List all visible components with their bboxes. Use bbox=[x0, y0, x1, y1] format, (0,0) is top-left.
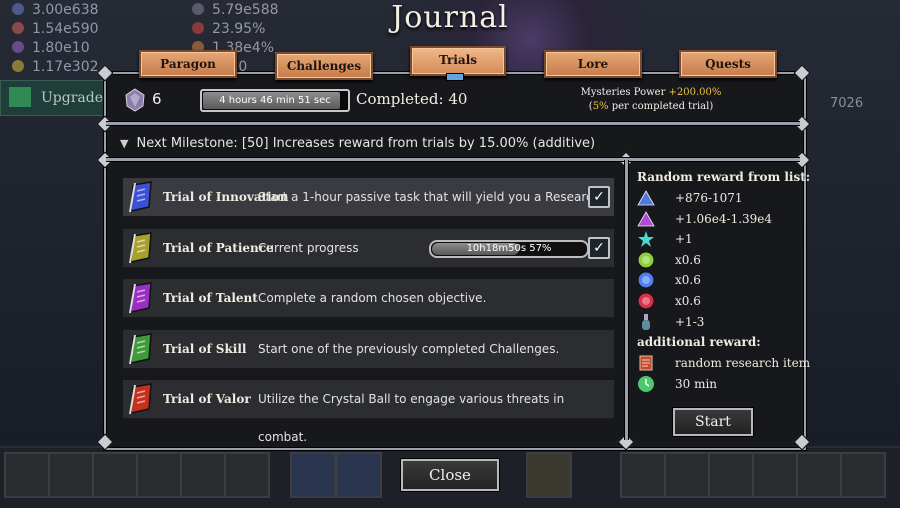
green-orb-icon bbox=[637, 251, 655, 269]
toolbar-slot[interactable] bbox=[336, 452, 382, 498]
tab-trials[interactable]: Trials bbox=[410, 46, 506, 76]
divider bbox=[106, 157, 800, 162]
trial-row-talent[interactable]: Trial of Talent Complete a random chosen … bbox=[123, 279, 614, 318]
reward-text: +876-1071 bbox=[675, 191, 743, 205]
toolbar-slot[interactable] bbox=[48, 452, 94, 498]
start-button[interactable]: Start bbox=[673, 408, 753, 436]
trial-name: Trial of Talent bbox=[163, 291, 258, 305]
trial-timer-bar: 4 hours 46 min 51 sec bbox=[200, 89, 350, 112]
trial-checkbox[interactable]: ✓ bbox=[588, 236, 610, 259]
tab-quests[interactable]: Quests bbox=[679, 50, 777, 78]
trial-description: Complete a random chosen objective. bbox=[258, 291, 487, 305]
trial-description: Start a 1-hour passive task that will yi… bbox=[258, 190, 605, 204]
reward-list-title: Random reward from list: bbox=[637, 170, 811, 184]
reward-text: +1 bbox=[675, 232, 693, 247]
trial-progress-text: 10h18m50s 57% bbox=[466, 242, 552, 254]
trial-checkbox[interactable]: ✓ bbox=[588, 186, 610, 208]
cyan-star-icon bbox=[638, 231, 654, 248]
bg-stat-4: 1.17e302 bbox=[12, 59, 99, 75]
trial-row-patience[interactable]: Trial of Patience Current progress 10h18m5… bbox=[123, 228, 614, 268]
trial-name: Trial of Skill bbox=[163, 341, 247, 356]
flask-icon bbox=[9, 87, 31, 107]
trial-progress-bar: 10h18m50s 57% bbox=[429, 239, 589, 258]
trial-banner-icon bbox=[129, 332, 152, 364]
scroll-icon bbox=[639, 355, 653, 371]
tab-paragon[interactable]: Paragon bbox=[139, 50, 237, 78]
mysteries-label: Mysteries Power bbox=[580, 87, 669, 98]
trial-status-bar: 6 4 hours 46 min 51 sec Completed: 40 My… bbox=[106, 80, 800, 120]
close-button[interactable]: Close bbox=[401, 459, 499, 491]
tab-lore[interactable]: Lore bbox=[544, 50, 642, 78]
trial-name: Trial of Valor bbox=[163, 392, 251, 406]
toolbar-slot[interactable] bbox=[620, 452, 666, 498]
toolbar-slot[interactable] bbox=[4, 452, 50, 498]
milestone-row[interactable]: ▼ Next Milestone: [50] Increases reward f… bbox=[106, 130, 800, 158]
per-trial-value: 5% bbox=[592, 101, 609, 112]
toolbar-slot[interactable] bbox=[180, 452, 226, 498]
toolbar-slot[interactable] bbox=[526, 452, 572, 498]
tab-challenges[interactable]: Challenges bbox=[275, 52, 373, 80]
milestone-text: Next Milestone: [50] Increases reward fr… bbox=[136, 136, 596, 151]
trial-row-innovation[interactable]: Trial of Innovation Start a 1-hour passiv… bbox=[123, 178, 614, 217]
reward-text: +1-3 bbox=[675, 314, 705, 329]
blue-orb-icon bbox=[637, 271, 655, 289]
completed-count: Completed: 40 bbox=[356, 90, 468, 108]
divider bbox=[106, 121, 800, 126]
trial-banner-icon bbox=[129, 231, 152, 263]
toolbar-slot[interactable] bbox=[796, 452, 842, 498]
red-orb-icon bbox=[637, 292, 655, 310]
journal-title: Journal bbox=[391, 0, 509, 35]
clock-icon bbox=[638, 375, 654, 392]
reward-text: x0.6 bbox=[675, 273, 701, 288]
reward-text: 30 min bbox=[675, 376, 718, 391]
toolbar-slot[interactable] bbox=[752, 452, 798, 498]
toolbar-slot[interactable] bbox=[136, 452, 182, 498]
blue-pyramid-icon bbox=[637, 190, 655, 206]
reward-text: random research item bbox=[675, 356, 811, 370]
potion-icon bbox=[642, 313, 650, 330]
reward-text: x0.6 bbox=[675, 252, 701, 267]
gem-count: 6 bbox=[152, 90, 162, 108]
trial-banner-icon bbox=[129, 282, 152, 314]
mysteries-power: Mysteries Power +200.00% (5% per complet… bbox=[551, 86, 751, 114]
toolbar-slot[interactable] bbox=[708, 452, 754, 498]
per-trial-text: per completed trial) bbox=[608, 101, 714, 112]
trial-description: Start one of the previously completed Ch… bbox=[258, 341, 560, 356]
toolbar-slot[interactable] bbox=[92, 452, 138, 498]
mysteries-value: +200.00% bbox=[668, 87, 722, 98]
toolbar-slot[interactable] bbox=[290, 452, 336, 498]
purple-pyramid-icon bbox=[637, 210, 655, 226]
reward-text: x0.6 bbox=[675, 294, 701, 308]
additional-reward-title: additional reward: bbox=[637, 335, 761, 349]
trial-banner-icon bbox=[129, 181, 152, 213]
toolbar-slot[interactable] bbox=[664, 452, 710, 498]
chevron-down-icon[interactable]: ▼ bbox=[120, 130, 128, 158]
trial-timer-text: 4 hours 46 min 51 sec bbox=[219, 95, 331, 106]
toolbar-slot[interactable] bbox=[840, 452, 886, 498]
vertical-divider bbox=[624, 160, 629, 440]
bg-side-number: 7026 bbox=[830, 96, 864, 111]
trial-banner-icon bbox=[129, 383, 152, 415]
reward-text: +1.06e4-1.39e4 bbox=[675, 211, 773, 226]
trial-row-valor[interactable]: Trial of Valor Utilize the Crystal Ball t… bbox=[123, 380, 614, 444]
upgrades-button[interactable]: Upgrades bbox=[0, 80, 112, 116]
bg-stat-3: 1.80e10 bbox=[12, 40, 90, 56]
gem-icon bbox=[125, 88, 145, 112]
toolbar-slot[interactable] bbox=[224, 452, 270, 498]
trial-description: Current progress bbox=[258, 240, 359, 255]
trial-row-skill[interactable]: Trial of Skill Start one of the previousl… bbox=[123, 329, 614, 369]
trial-description: Utilize the Crystal Ball to engage vario… bbox=[258, 392, 565, 444]
